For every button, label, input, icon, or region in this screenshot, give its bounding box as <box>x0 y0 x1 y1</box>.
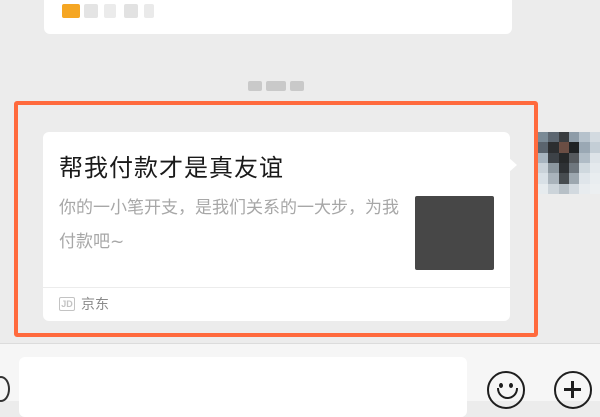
composer-bar <box>0 343 600 417</box>
previous-message-blur <box>124 4 138 18</box>
plus-icon[interactable] <box>554 371 592 409</box>
message-timestamp <box>244 78 308 94</box>
message-input[interactable] <box>19 357 467 417</box>
highlight-annotation <box>14 101 538 337</box>
previous-message-bubble[interactable] <box>44 0 512 34</box>
previous-message-blur <box>104 4 116 18</box>
previous-message-blur <box>84 4 98 18</box>
voice-icon[interactable] <box>0 376 10 402</box>
previous-message-blur <box>144 4 154 18</box>
avatar[interactable] <box>538 132 600 194</box>
emoji-icon[interactable] <box>487 371 525 409</box>
previous-message-icon <box>62 4 80 18</box>
